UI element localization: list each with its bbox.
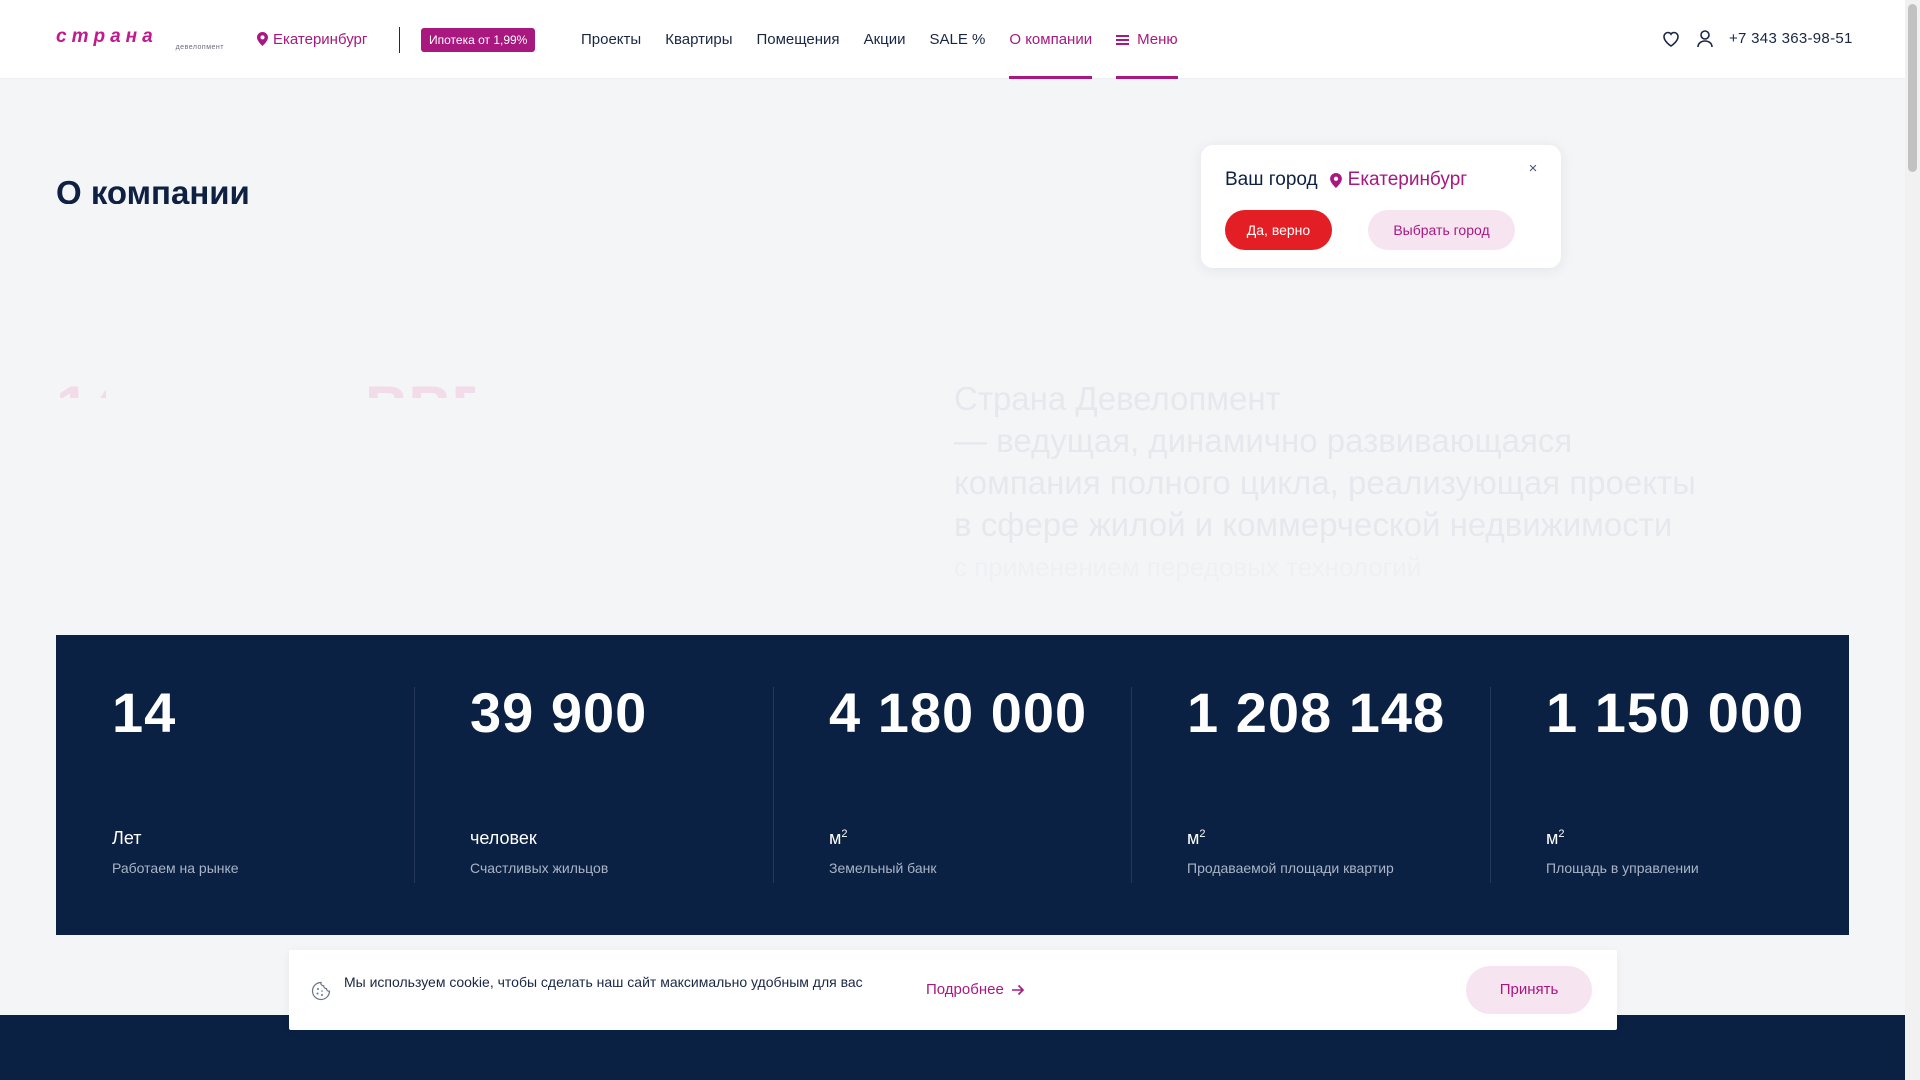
logo-subtext: девелопмент [175,44,224,51]
city-selector[interactable]: Екатеринбург [257,30,367,48]
cookie-banner: Мы используем cookie, чтобы сделать наш … [289,950,1617,1030]
stat-item: 1 150 000 м2 Площадь в управлении [1490,635,1848,935]
stat-divider [773,687,774,883]
arrow-right-icon [1011,984,1024,995]
stat-description: Продаваемой площади квартир [1187,860,1394,876]
cookie-more-link[interactable]: Подробнее [926,981,1025,998]
stat-value: 1 208 148 [1187,681,1446,744]
hero-text-line-5: с применением передовых технологий [954,552,1422,582]
confirm-city-button[interactable]: Да, верно [1225,210,1332,250]
stat-item: 1 208 148 м2 Продаваемой площади квартир [1131,635,1489,935]
choose-city-button[interactable]: Выбрать город [1368,210,1515,250]
favorites-button[interactable] [1660,28,1682,50]
stat-description: Работаем на рынке [112,860,239,876]
logo[interactable]: страна девелопмент [56,26,226,52]
stat-value: 4 180 000 [829,681,1088,744]
stat-description: Счастливых жильцов [470,860,609,876]
stat-value: 1 150 000 [1546,681,1805,744]
stat-value: 39 900 [470,681,648,744]
stat-item: 39 900 человек Счастливых жильцов [414,635,772,935]
hero-description: Страна Девелопмент — ведущая, динамично … [954,378,1834,588]
main-nav: Проекты Квартиры Помещения Акции SALE % … [581,0,1202,79]
nav-item-promotions[interactable]: Акции [864,0,906,79]
stat-unit: Лет [112,828,142,848]
location-pin-icon [1329,172,1342,188]
mortgage-badge[interactable]: Ипотека от 1,99% [421,28,536,52]
city-confirm-popup: × Ваш город Екатеринбург Да, верно Выбра… [1201,145,1561,268]
nav-item-projects[interactable]: Проекты [581,0,641,79]
stats-panel: 14 Лет Работаем на рынке 39 900 человек … [56,635,1849,935]
user-icon [1697,30,1713,48]
city-selector-label: Екатеринбург [273,30,368,48]
city-question-label: Ваш город [1225,169,1318,190]
stat-divider [1490,687,1491,883]
nav-item-about[interactable]: О компании [1009,0,1092,79]
site-header: страна девелопмент Екатеринбург Ипотека … [0,0,1905,79]
city-question: Ваш город Екатеринбург [1225,169,1467,191]
account-button[interactable] [1694,28,1716,50]
hero-text-line-1: Страна Девелопмент [954,380,1281,417]
hero-text-line-3: компания полного цикла, реализующая прое… [954,464,1696,501]
nav-item-apartments[interactable]: Квартиры [665,0,732,79]
cookie-accept-button[interactable]: Принять [1466,966,1592,1014]
stat-value: 14 [112,681,177,744]
popup-city-label: Екатеринбург [1347,169,1468,190]
logo-wordmark: страна [56,26,158,47]
nav-item-menu[interactable]: Меню [1116,0,1178,79]
page-scrollbar[interactable] [1905,0,1920,1080]
page-title: О компании [56,174,250,204]
stat-unit: м2 [1187,828,1206,848]
cookie-more-label: Подробнее [926,981,1004,998]
stat-unit: м2 [1546,828,1565,848]
cookie-text: Мы используем cookie, чтобы сделать наш … [344,974,863,990]
menu-icon [1116,35,1130,45]
stat-item: 14 Лет Работаем на рынке [56,635,414,935]
cookie-icon [311,981,331,1001]
header-divider [399,27,400,53]
heart-icon [1663,31,1679,47]
stat-unit: м2 [829,828,848,848]
scrollbar-thumb[interactable] [1908,4,1917,172]
popup-city: Екатеринбург [1329,169,1468,191]
phone-link[interactable]: +7 343 363-98-51 [1729,30,1853,47]
stat-description: Земельный банк [829,860,937,876]
hero-text-line-4: в сфере жилой и коммерческой недвижимост… [954,506,1673,543]
location-pin-icon [257,32,268,46]
hero-text-line-2: — ведущая, динамично развивающаяся [954,422,1573,459]
stat-unit: человек [470,828,537,848]
stat-description: Площадь в управлении [1546,860,1699,876]
nav-item-premises[interactable]: Помещения [756,0,839,79]
hero-fading-number: 14 [56,378,106,398]
stat-divider [414,687,415,883]
close-icon[interactable]: × [1527,161,1539,176]
stat-item: 4 180 000 м2 Земельный банк [773,635,1131,935]
nav-item-menu-label: Меню [1137,31,1178,48]
nav-item-sale[interactable]: SALE % [929,0,985,79]
hero-fading-logo: ВВВ [365,378,475,398]
stat-divider [1131,687,1132,883]
